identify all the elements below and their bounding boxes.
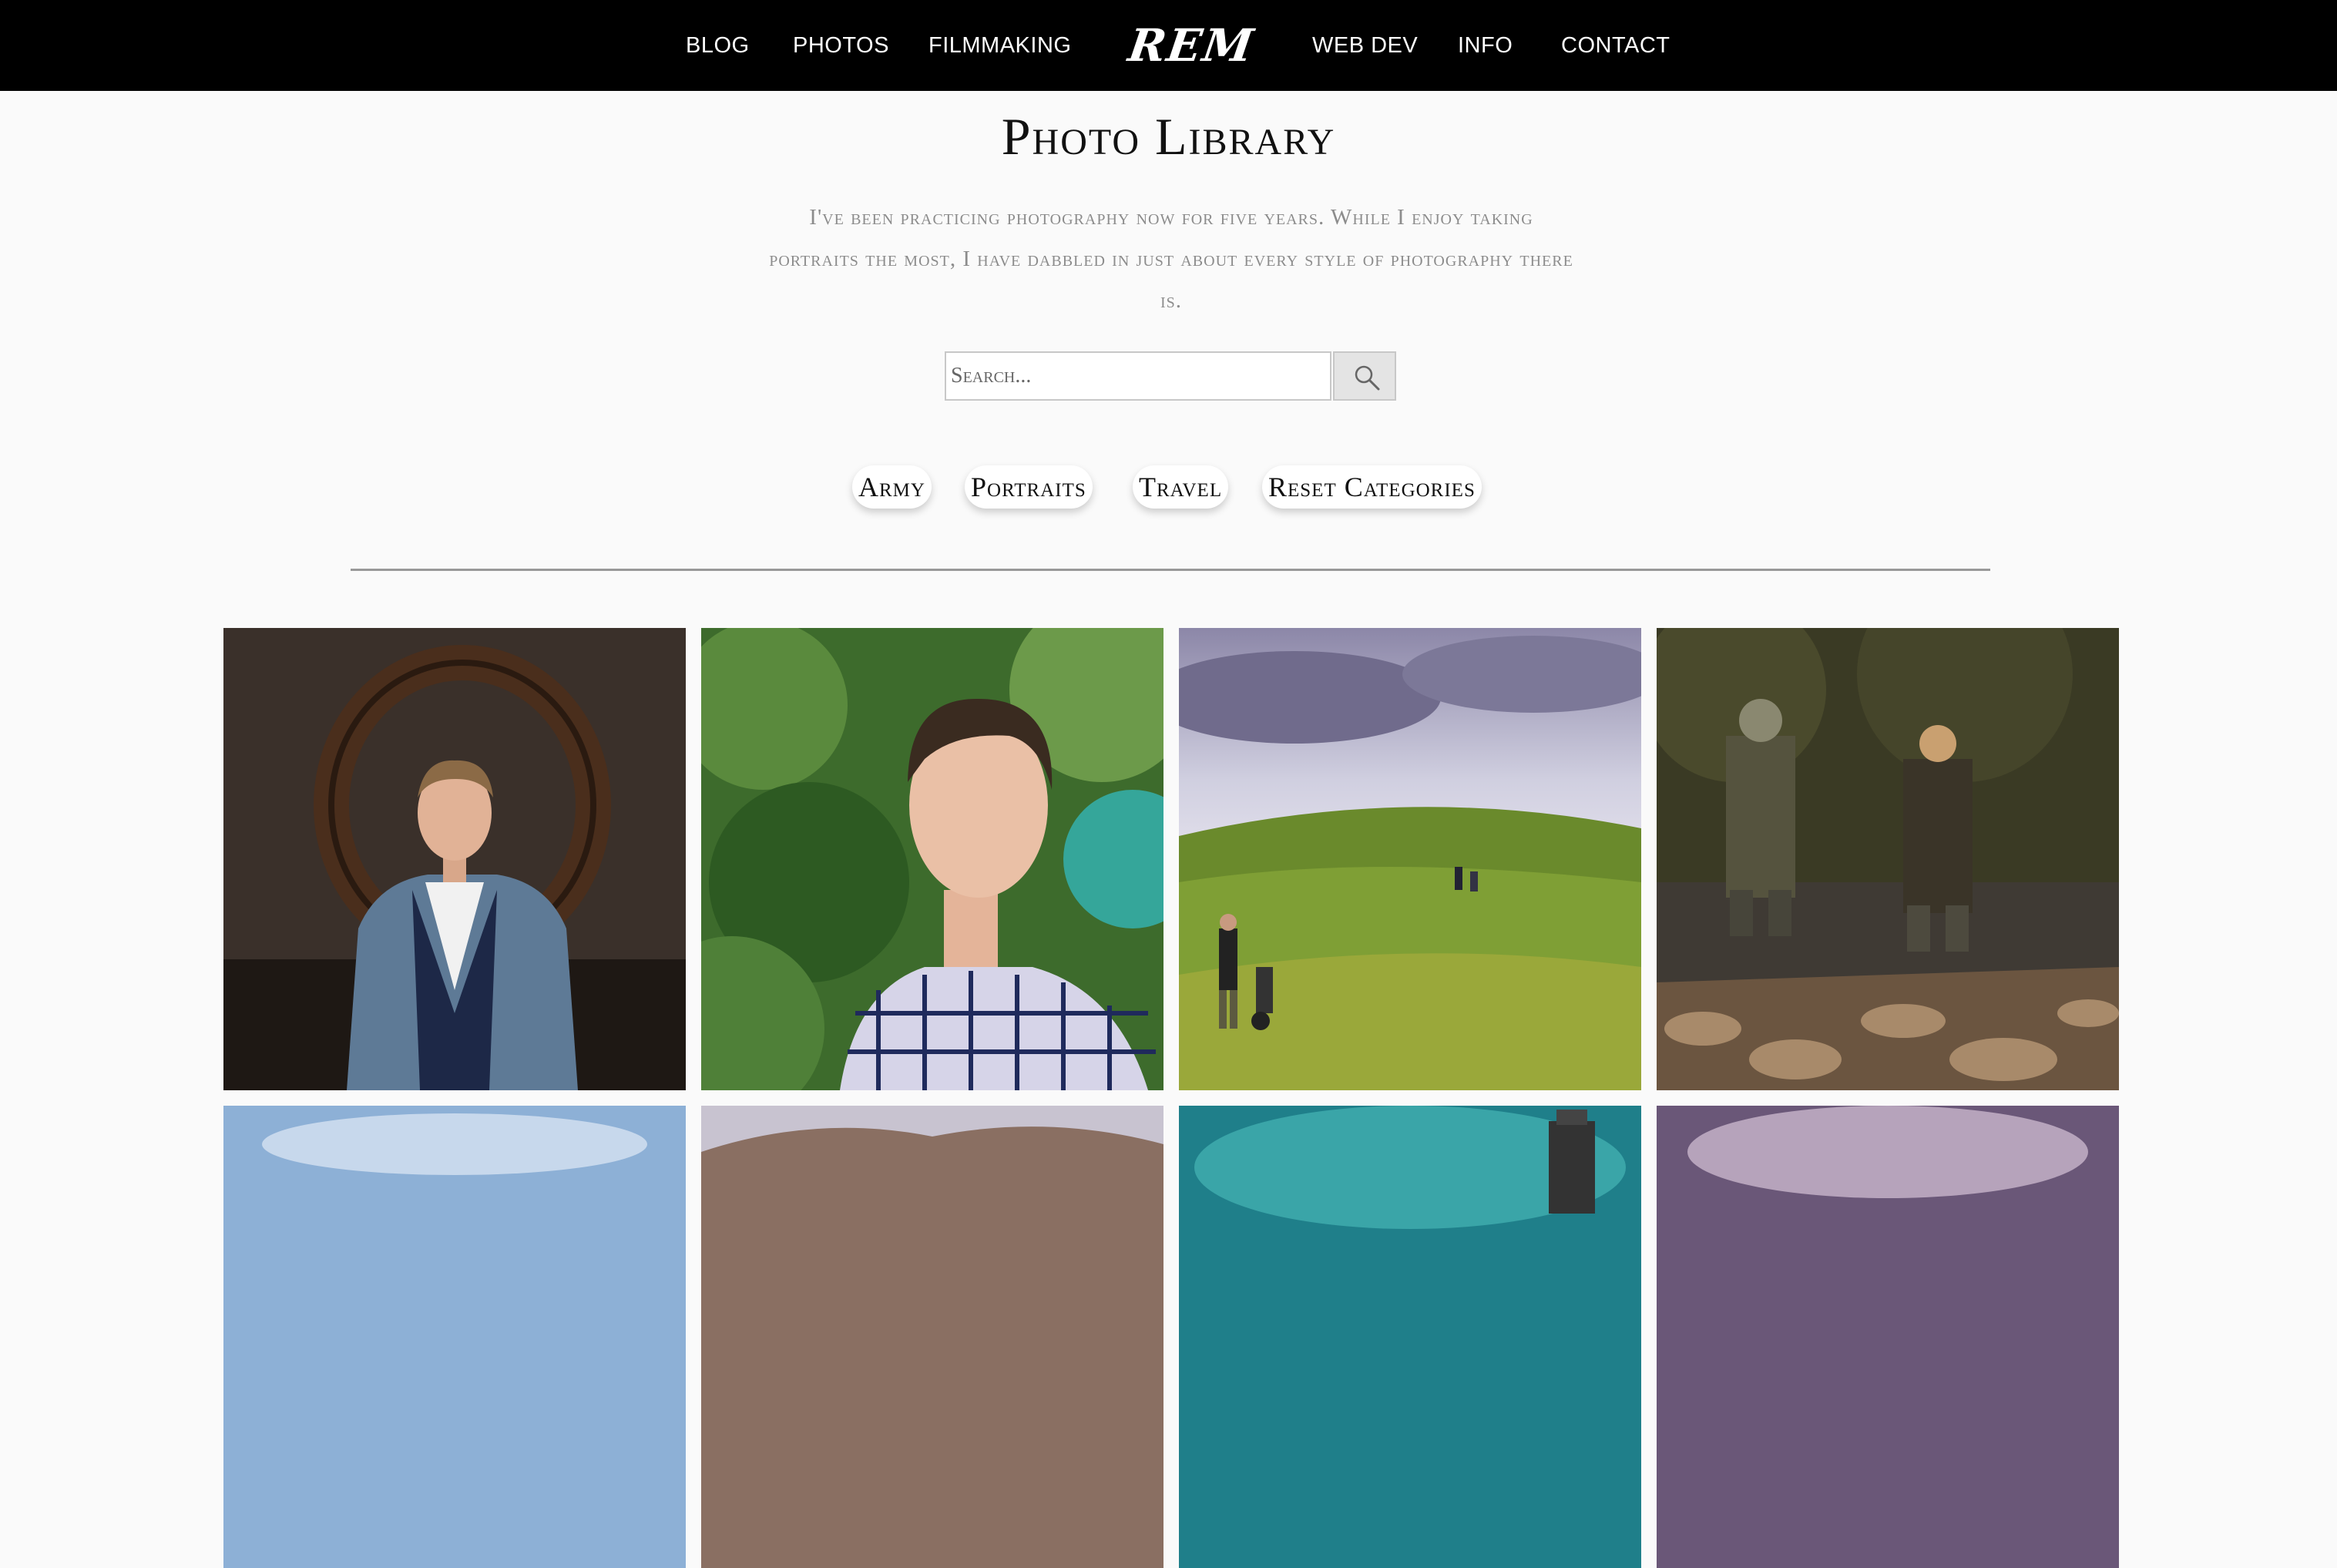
site-logo[interactable]: REM	[1123, 0, 1257, 91]
section-divider	[351, 569, 1990, 571]
gallery-photo[interactable]	[1179, 1106, 1641, 1568]
gallery-photo[interactable]	[701, 1106, 1163, 1568]
search-button[interactable]	[1333, 351, 1396, 401]
search-bar	[945, 351, 1396, 404]
nav-link-web-dev[interactable]: WEB DEV	[1312, 0, 1418, 91]
search-input[interactable]	[945, 351, 1331, 401]
gallery-photo[interactable]	[1179, 628, 1641, 1090]
nav-link-filmmaking[interactable]: FILMMAKING	[928, 0, 1071, 91]
gallery-photo[interactable]	[223, 1106, 686, 1568]
category-reset[interactable]: Reset Categories	[1262, 465, 1482, 509]
intro-text: I've been practicing photography now for…	[769, 205, 1573, 313]
gallery-photo[interactable]	[1657, 628, 2119, 1090]
category-army[interactable]: Army	[852, 465, 932, 509]
nav-link-blog[interactable]: BLOG	[686, 0, 750, 91]
top-navbar: BLOG PHOTOS FILMMAKING REM WEB DEV INFO …	[0, 0, 2337, 91]
category-portraits[interactable]: Portraits	[965, 465, 1093, 509]
nav-link-contact[interactable]: CONTACT	[1561, 0, 1670, 91]
gallery-photo[interactable]	[223, 628, 686, 1090]
nav-link-photos[interactable]: PHOTOS	[793, 0, 889, 91]
gallery-photo[interactable]	[1657, 1106, 2119, 1568]
gallery-photo[interactable]	[701, 628, 1163, 1090]
category-travel[interactable]: Travel	[1133, 465, 1229, 509]
page-title: Photo Library	[1001, 107, 1336, 166]
nav-link-info[interactable]: INFO	[1458, 0, 1513, 91]
